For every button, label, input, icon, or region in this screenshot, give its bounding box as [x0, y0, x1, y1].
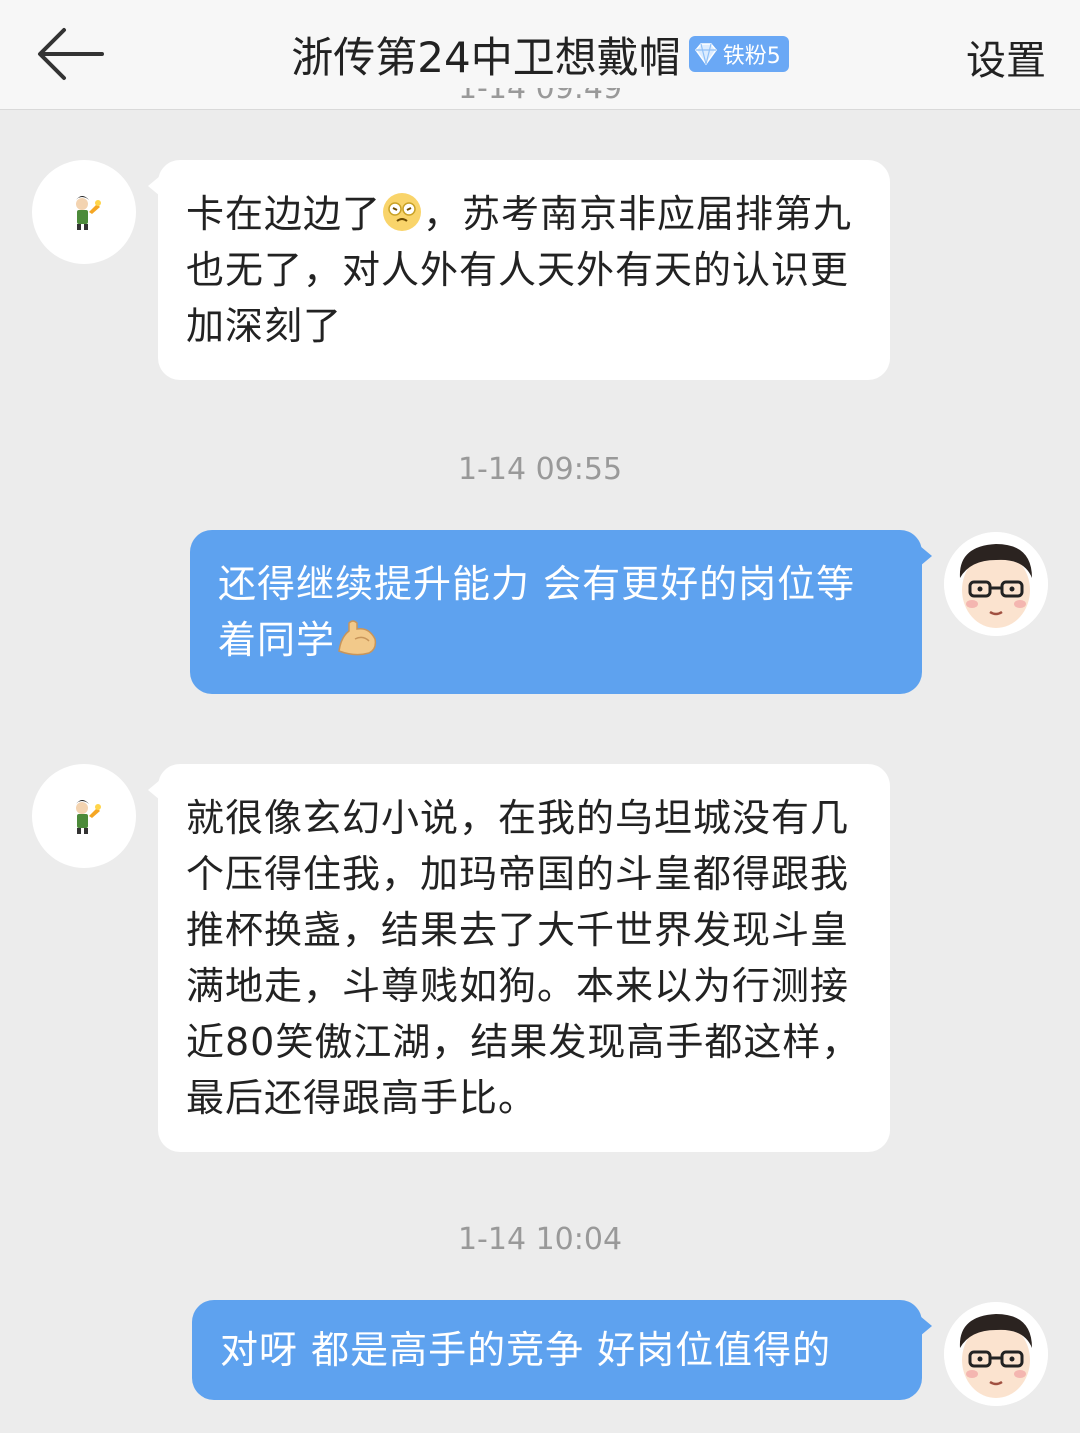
avatar[interactable]	[944, 1302, 1048, 1406]
settings-button[interactable]: 设置	[966, 28, 1046, 86]
title-area: 浙传第24中卫想戴帽 铁粉5	[200, 26, 880, 82]
message-text: 卡在边边了	[186, 192, 382, 236]
avatar[interactable]	[32, 764, 136, 868]
avatar[interactable]	[32, 160, 136, 264]
message-text: 还得继续提升能力 会有更好的岗位等着同学	[218, 562, 856, 662]
glasses-man-avatar-icon	[944, 532, 1048, 636]
message-bubble-sent[interactable]: 对呀 都是高手的竞争 好岗位值得的	[192, 1300, 932, 1400]
message-text: 就很像玄幻小说，在我的乌坦城没有几个压得住我，加玛帝国的斗皇都得跟我推杯换盏，结…	[186, 796, 861, 1120]
timestamp: 1-14 10:04	[457, 1222, 623, 1257]
message-text: 对呀 都是高手的竞争 好岗位值得的	[220, 1328, 832, 1372]
glasses-man-avatar-icon	[944, 1302, 1048, 1406]
fan-level-badge: 铁粉5	[688, 36, 789, 72]
cartoon-avatar-icon	[76, 196, 101, 230]
avatar[interactable]	[944, 532, 1048, 636]
scrolled-timestamp: 1-14 09:49	[457, 88, 623, 106]
page-title: 浙传第24中卫想戴帽	[291, 32, 681, 82]
cartoon-avatar-icon	[76, 800, 101, 834]
message-bubble-received[interactable]: 卡在边边了 ，苏考南京非应届排第九也无了，对人外有人天外有天的认识更加深刻了	[148, 160, 890, 380]
diamond-icon	[694, 43, 717, 66]
timestamp: 1-14 09:55	[457, 452, 623, 487]
message-bubble-sent[interactable]: 还得继续提升能力 会有更好的岗位等着同学	[190, 530, 932, 694]
arrow-left-icon	[38, 28, 104, 80]
back-button[interactable]	[36, 24, 106, 84]
message-bubble-received[interactable]: 就很像玄幻小说，在我的乌坦城没有几个压得住我，加玛帝国的斗皇都得跟我推杯换盏，结…	[148, 764, 890, 1152]
flexed-biceps-emoji-icon	[338, 620, 377, 656]
badge-label: 铁粉5	[722, 44, 781, 69]
money-face-emoji-icon	[383, 193, 422, 231]
